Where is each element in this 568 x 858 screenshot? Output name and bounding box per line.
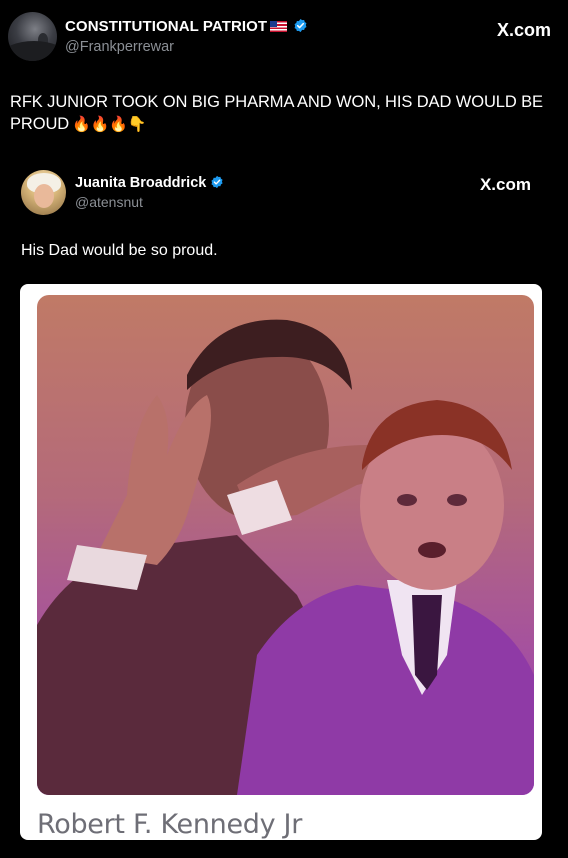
outer-tweet-text-block: RFK JUNIOR TOOK ON BIG PHARMA AND WON, H… bbox=[10, 91, 558, 136]
media-caption: Robert F. Kennedy Jr bbox=[37, 809, 303, 840]
quoted-tweet-text: His Dad would be so proud. bbox=[21, 242, 218, 259]
us-flag-icon bbox=[270, 21, 288, 32]
fire-and-pointing-down-emojis: 🔥🔥🔥👇 bbox=[72, 116, 147, 133]
verified-badge-icon bbox=[294, 18, 307, 33]
boy-eye-left-shape bbox=[397, 494, 417, 506]
avatar-face-shape bbox=[34, 184, 54, 208]
boy-mouth-shape bbox=[418, 542, 446, 558]
media-photo[interactable] bbox=[37, 295, 534, 795]
outer-handle[interactable]: @Frankperrewar bbox=[65, 39, 174, 55]
avatar-hill-shape bbox=[8, 41, 57, 61]
outer-display-name[interactable]: CONSTITUTIONAL PATRIOT bbox=[65, 18, 267, 35]
outer-source-label: X.com bbox=[496, 20, 551, 40]
quoted-handle[interactable]: @atensnut bbox=[75, 194, 143, 210]
father-hand-left-shape bbox=[97, 395, 211, 565]
photo-illustration bbox=[37, 319, 534, 795]
quoted-display-name-row[interactable]: Juanita Broaddrick bbox=[75, 175, 224, 191]
boy-eye-right-shape bbox=[447, 494, 467, 506]
media-card[interactable]: Robert F. Kennedy Jr bbox=[20, 284, 542, 840]
quoted-avatar[interactable] bbox=[21, 170, 66, 215]
verified-badge-icon bbox=[211, 175, 223, 189]
quoted-display-name[interactable]: Juanita Broaddrick bbox=[75, 175, 206, 191]
quoted-source-label: X.com bbox=[479, 175, 531, 194]
outer-avatar[interactable] bbox=[8, 12, 57, 61]
outer-display-name-row[interactable]: CONSTITUTIONAL PATRIOT bbox=[65, 18, 308, 35]
